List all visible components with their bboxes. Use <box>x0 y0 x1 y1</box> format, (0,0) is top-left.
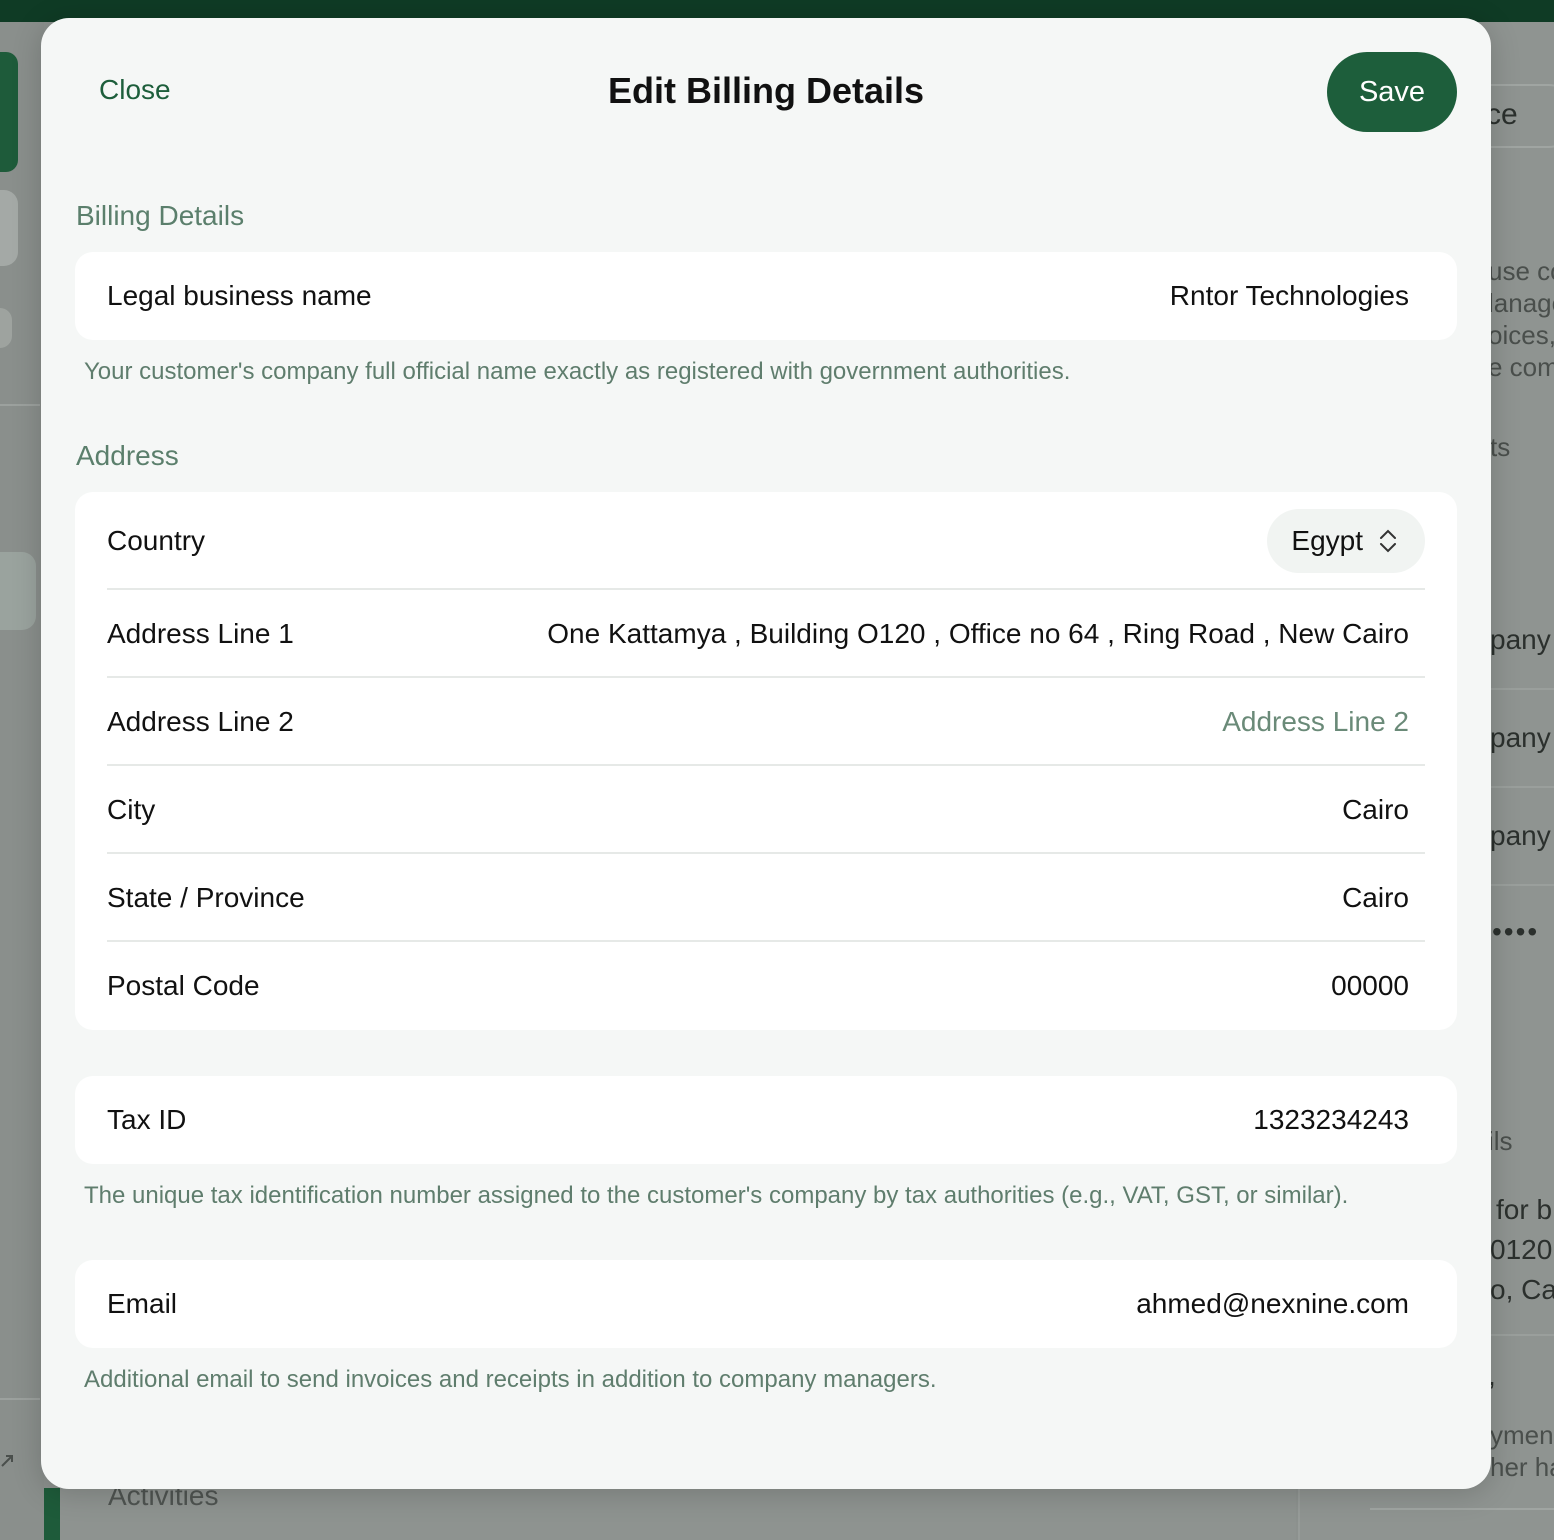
address-line-2-label: Address Line 2 <box>107 706 294 737</box>
background-text: 0120 <box>1490 1234 1553 1265</box>
legal-business-name-input[interactable]: Rntor Technologies <box>1170 280 1409 312</box>
tax-id-help: The unique tax identification number ass… <box>84 1182 1349 1209</box>
country-select[interactable]: Egypt <box>1267 509 1425 573</box>
address-line-1-row[interactable]: Address Line 1 One Kattamya , Building O… <box>75 590 1457 678</box>
background-text: oices, <box>1488 320 1554 350</box>
tax-id-card: Tax ID 1323234243 <box>75 1076 1457 1164</box>
modal-header: Close Edit Billing Details Save <box>41 18 1491 168</box>
background-text: o, Ca <box>1490 1274 1554 1305</box>
postal-code-label: Postal Code <box>107 970 260 1001</box>
legal-business-name-help: Your customer's company full official na… <box>84 358 1071 385</box>
address-section-label: Address <box>76 440 179 471</box>
background-text: ils <box>1488 1126 1513 1156</box>
background-divider <box>1370 1508 1554 1510</box>
city-row[interactable]: City Cairo <box>75 766 1457 854</box>
app-left-accent <box>44 1488 60 1540</box>
legal-business-name-label: Legal business name <box>107 280 372 311</box>
tax-id-label: Tax ID <box>107 1104 187 1135</box>
sidebar-item <box>0 308 12 348</box>
billing-details-section-label: Billing Details <box>76 200 245 231</box>
edit-billing-modal: Close Edit Billing Details Save Billing … <box>41 18 1491 1489</box>
sidebar-item <box>0 552 36 630</box>
country-select-value: Egypt <box>1291 525 1363 556</box>
city-input[interactable]: Cairo <box>1342 794 1409 826</box>
background-text: e com <box>1488 352 1554 382</box>
sidebar-divider <box>0 404 40 406</box>
tax-id-row[interactable]: Tax ID 1323234243 <box>75 1076 1457 1164</box>
background-masked-text: •••• <box>1492 916 1540 947</box>
email-input[interactable]: ahmed@nexnine.com <box>1136 1288 1409 1320</box>
background-row-text: pany <box>1490 624 1551 655</box>
background-text: her ha <box>1490 1452 1554 1482</box>
address-card: Country Egypt Address Line 1 One Kattamy… <box>75 492 1457 1030</box>
background-row-text: pany <box>1490 820 1551 851</box>
modal-title: Edit Billing Details <box>607 70 925 111</box>
external-link-icon <box>1 1455 13 1467</box>
address-line-2-row[interactable]: Address Line 2 Address Line 2 <box>75 678 1457 766</box>
background-text: yment <box>1490 1420 1554 1450</box>
legal-business-name-row[interactable]: Legal business name Rntor Technologies <box>75 252 1457 340</box>
email-row[interactable]: Email ahmed@nexnine.com <box>75 1260 1457 1348</box>
background-text: ts <box>1490 432 1511 462</box>
state-province-label: State / Province <box>107 882 305 913</box>
state-province-row[interactable]: State / Province Cairo <box>75 854 1457 942</box>
background-row-text: pany <box>1490 722 1551 753</box>
address-line-1-input[interactable]: One Kattamya , Building O120 , Office no… <box>547 618 1409 650</box>
background-text: use co <box>1488 256 1554 286</box>
postal-code-row[interactable]: Postal Code 00000 <box>75 942 1457 1030</box>
email-card: Email ahmed@nexnine.com <box>75 1260 1457 1348</box>
address-line-2-input[interactable]: Address Line 2 <box>1222 706 1409 738</box>
background-text: for b <box>1496 1194 1553 1225</box>
billing-details-card: Legal business name Rntor Technologies <box>75 252 1457 340</box>
postal-code-input[interactable]: 00000 <box>1331 970 1409 1002</box>
sidebar-item <box>0 190 18 266</box>
sidebar-active-item <box>0 52 18 172</box>
email-help: Additional email to send invoices and re… <box>84 1366 937 1393</box>
background-text: lanage <box>1488 288 1554 318</box>
country-row: Country Egypt <box>75 492 1457 590</box>
address-line-1-label: Address Line 1 <box>107 618 294 649</box>
tax-id-input[interactable]: 1323234243 <box>1253 1104 1409 1136</box>
chevron-up-down-icon <box>1379 529 1397 553</box>
email-label: Email <box>107 1288 178 1319</box>
city-label: City <box>107 794 156 825</box>
save-button[interactable]: Save <box>1327 52 1457 132</box>
state-province-input[interactable]: Cairo <box>1342 882 1409 914</box>
sidebar-divider <box>0 1398 40 1400</box>
country-label: Country <box>107 525 206 556</box>
